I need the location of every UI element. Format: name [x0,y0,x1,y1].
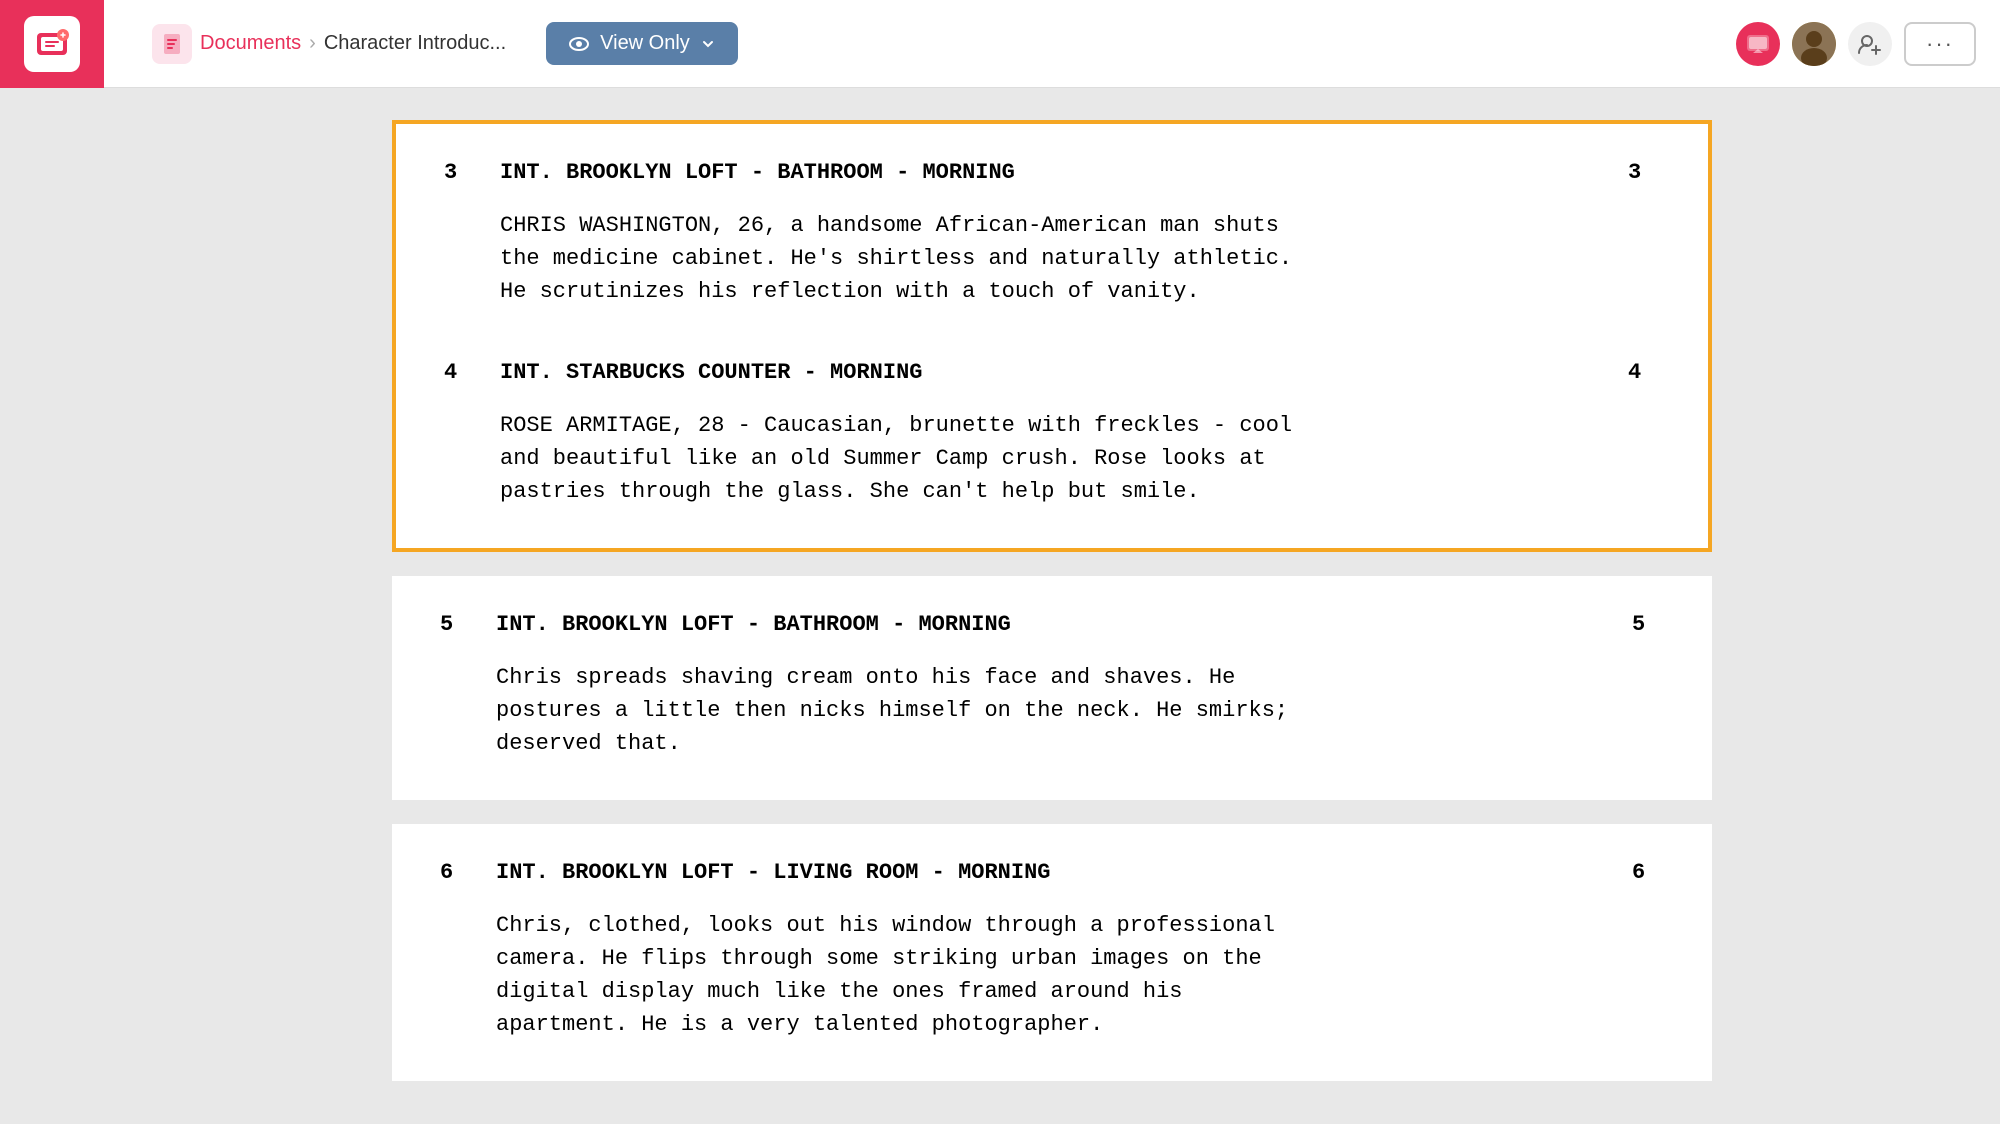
scene-6: 6 INT. BROOKLYN LOFT - LIVING ROOM - MOR… [392,824,1712,1081]
right-controls: ··· [1736,22,1976,66]
scene-5-header: 5 INT. BROOKLYN LOFT - BATHROOM - MORNIN… [440,608,1664,641]
main-content: 3 INT. BROOKLYN LOFT - BATHROOM - MORNIN… [104,88,2000,1124]
app-logo [24,16,80,72]
user-avatar-photo [1792,22,1836,66]
document-title: Character Introduc... [324,32,506,55]
scene-4-body: ROSE ARMITAGE, 28 - Caucasian, brunette … [444,409,1660,508]
scene-4: 4 INT. STARBUCKS COUNTER - MORNING 4 ROS… [396,348,1708,548]
more-options-button[interactable]: ··· [1904,22,1976,66]
view-only-button[interactable]: View Only [546,22,738,65]
scene-3-title: INT. BROOKLYN LOFT - BATHROOM - MORNING [476,156,1628,189]
documents-link[interactable]: Documents [200,32,301,55]
scene-5-body: Chris spreads shaving cream onto his fac… [440,661,1664,760]
scene-3-body: CHRIS WASHINGTON, 26, a handsome African… [444,209,1660,308]
scene-3-number: 3 [444,156,476,189]
scene-5-number-right: 5 [1632,608,1664,641]
scene-3: 3 INT. BROOKLYN LOFT - BATHROOM - MORNIN… [396,124,1708,348]
breadcrumb-separator: › [309,32,316,55]
scene-6-number: 6 [440,856,472,889]
add-user-icon[interactable] [1848,22,1892,66]
scene-6-body: Chris, clothed, looks out his window thr… [440,909,1664,1041]
scene-4-number-right: 4 [1628,356,1660,389]
more-dots: ··· [1926,31,1954,57]
user-avatar-chat [1736,22,1780,66]
scene-5: 5 INT. BROOKLYN LOFT - BATHROOM - MORNIN… [392,576,1712,800]
chevron-down-icon [700,36,716,52]
scene-6-header: 6 INT. BROOKLYN LOFT - LIVING ROOM - MOR… [440,856,1664,889]
topbar: Documents › Character Introduc... View O… [0,0,2000,88]
scene-4-title: INT. STARBUCKS COUNTER - MORNING [476,356,1628,389]
scene-3-header: 3 INT. BROOKLYN LOFT - BATHROOM - MORNIN… [444,156,1660,189]
scene-4-number: 4 [444,356,476,389]
scene-5-number: 5 [440,608,472,641]
logo-box [0,0,104,88]
view-only-label: View Only [600,32,690,55]
breadcrumb: Documents › Character Introduc... [152,24,506,64]
eye-icon [568,33,590,55]
scene-6-number-right: 6 [1632,856,1664,889]
script-container: 3 INT. BROOKLYN LOFT - BATHROOM - MORNIN… [392,120,1712,1092]
doc-icon [152,24,192,64]
scene-5-title: INT. BROOKLYN LOFT - BATHROOM - MORNING [472,608,1632,641]
scene-4-header: 4 INT. STARBUCKS COUNTER - MORNING 4 [444,356,1660,389]
scene-3-number-right: 3 [1628,156,1660,189]
highlighted-section: 3 INT. BROOKLYN LOFT - BATHROOM - MORNIN… [392,120,1712,552]
scene-6-title: INT. BROOKLYN LOFT - LIVING ROOM - MORNI… [472,856,1632,889]
